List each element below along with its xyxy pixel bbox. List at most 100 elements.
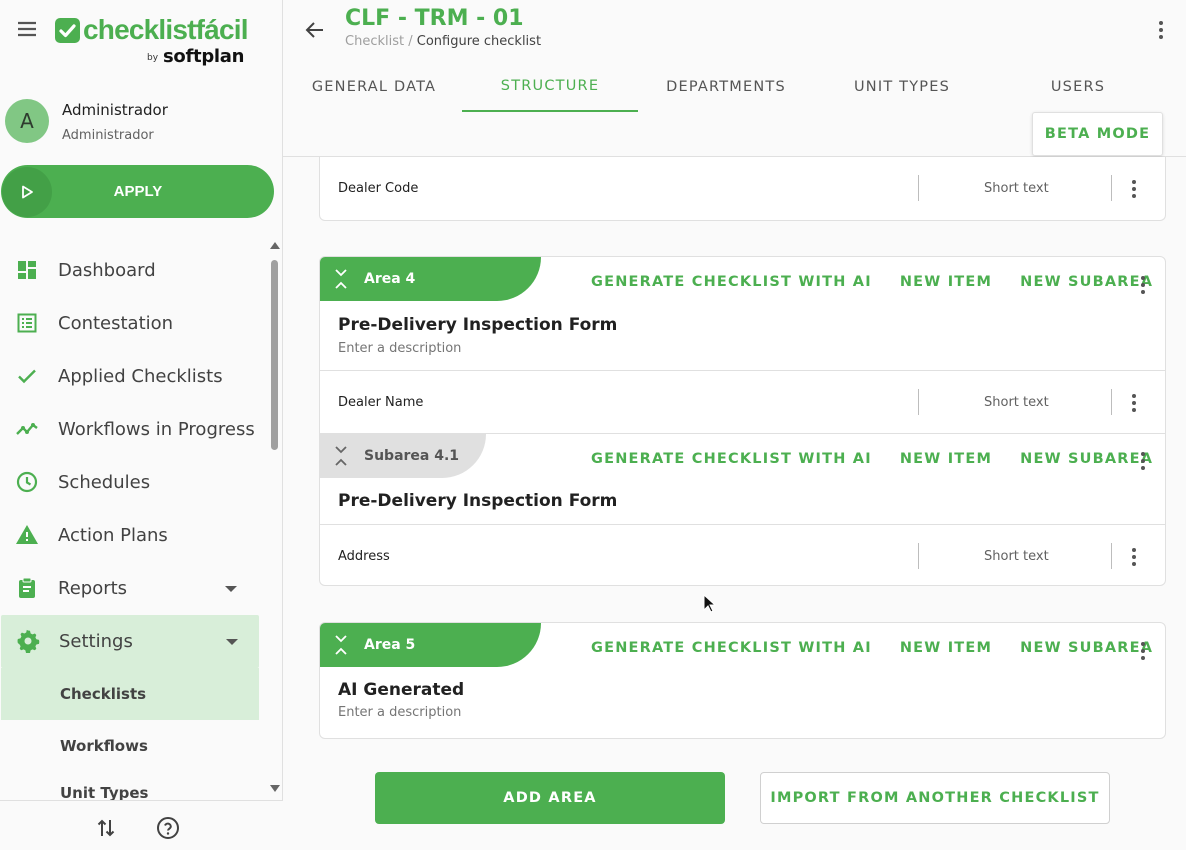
area-card-5: Area 5 GENERATE CHECKLIST WITH AI NEW IT…: [319, 622, 1166, 739]
area-card-4: Area 4 GENERATE CHECKLIST WITH AI NEW IT…: [319, 256, 1166, 586]
beta-mode-button[interactable]: BETA MODE: [1032, 112, 1163, 156]
sidebar-item-schedules[interactable]: Schedules: [0, 456, 270, 509]
sidebar-scrollbar[interactable]: [270, 240, 280, 795]
collapse-icon[interactable]: [334, 268, 348, 290]
scroll-thumb[interactable]: [271, 260, 278, 450]
area-title[interactable]: Pre-Delivery Inspection Form: [338, 315, 617, 335]
breadcrumb-separator: /: [404, 34, 417, 49]
dashboard-icon: [15, 258, 39, 282]
subarea-label: Subarea 4.1: [364, 448, 460, 464]
more-vert-icon[interactable]: [1131, 273, 1155, 297]
area-description[interactable]: Enter a description: [338, 341, 461, 356]
area-description[interactable]: Enter a description: [338, 705, 461, 720]
sidebar-subitem-workflows[interactable]: Workflows: [0, 720, 270, 772]
sidebar-item-settings[interactable]: Settings: [1, 615, 259, 668]
logo-by: by: [147, 53, 159, 63]
add-area-button[interactable]: ADD AREA: [375, 772, 725, 824]
collapse-icon[interactable]: [334, 634, 348, 656]
subarea-title[interactable]: Pre-Delivery Inspection Form: [338, 491, 617, 511]
breadcrumb-parent[interactable]: Checklist: [345, 34, 404, 49]
help-icon[interactable]: [156, 816, 180, 840]
divider: [918, 175, 919, 201]
sidebar-item-dashboard[interactable]: Dashboard: [0, 244, 270, 297]
sidebar-item-label: Contestation: [58, 313, 174, 334]
breadcrumb-current: Configure checklist: [416, 34, 542, 49]
chevron-down-icon: [226, 639, 238, 645]
generate-with-ai-button[interactable]: GENERATE CHECKLIST WITH AI: [591, 451, 872, 467]
item-name: Dealer Code: [338, 181, 419, 196]
import-checklist-button[interactable]: IMPORT FROM ANOTHER CHECKLIST: [760, 772, 1110, 824]
divider: [1111, 543, 1112, 569]
sidebar-item-reports[interactable]: Reports: [0, 562, 270, 615]
avatar[interactable]: A: [5, 99, 49, 143]
more-vert-icon[interactable]: [1122, 391, 1146, 415]
page-title: CLF - TRM - 01: [345, 6, 524, 31]
divider: [918, 389, 919, 415]
logo: checklistfácil by softplan: [55, 14, 255, 68]
back-arrow-icon[interactable]: [303, 18, 327, 42]
divider: [918, 543, 919, 569]
tab-structure[interactable]: STRUCTURE: [462, 62, 638, 112]
mouse-cursor-icon: [703, 594, 717, 614]
sidebar-item-label: Settings: [59, 631, 133, 652]
item-row[interactable]: Dealer Name Short text: [320, 371, 1165, 433]
area-actions: GENERATE CHECKLIST WITH AI NEW ITEM NEW …: [591, 274, 1165, 290]
sidebar-item-label: Action Plans: [58, 525, 168, 546]
warning-icon: [15, 523, 39, 547]
tab-unit-types[interactable]: UNIT TYPES: [814, 62, 990, 112]
collapse-icon[interactable]: [334, 445, 348, 467]
scroll-down-arrow-icon[interactable]: [270, 785, 280, 792]
tab-departments[interactable]: DEPARTMENTS: [638, 62, 814, 112]
new-item-button[interactable]: NEW ITEM: [900, 451, 992, 467]
sidebar-item-action-plans[interactable]: Action Plans: [0, 509, 270, 562]
apply-label: APPLY: [113, 183, 163, 200]
area-label: Area 4: [364, 271, 416, 287]
scroll-up-arrow-icon[interactable]: [270, 242, 280, 249]
more-vert-icon[interactable]: [1131, 449, 1155, 473]
divider: [1111, 175, 1112, 201]
tab-users[interactable]: USERS: [990, 62, 1166, 112]
more-vert-icon[interactable]: [1122, 545, 1146, 569]
more-vert-icon[interactable]: [1131, 639, 1155, 663]
sidebar-subitem-unit-types[interactable]: Unit Types: [0, 772, 270, 802]
area-tab: Area 5: [320, 623, 541, 667]
new-item-button[interactable]: NEW ITEM: [900, 274, 992, 290]
new-item-button[interactable]: NEW ITEM: [900, 640, 992, 656]
sidebar-nav: Dashboard Contestation Applied Checklist…: [0, 244, 270, 802]
tab-general-data[interactable]: GENERAL DATA: [286, 62, 462, 112]
generate-with-ai-button[interactable]: GENERATE CHECKLIST WITH AI: [591, 274, 872, 290]
item-row[interactable]: Dealer Code Short text: [320, 157, 1165, 219]
sidebar-item-applied-checklists[interactable]: Applied Checklists: [0, 350, 270, 403]
sidebar-subitem-checklists[interactable]: Checklists: [1, 668, 259, 720]
sidebar-item-label: Reports: [58, 578, 128, 599]
item-type[interactable]: Short text: [984, 549, 1049, 564]
sidebar-item-contestation[interactable]: Contestation: [0, 297, 270, 350]
user-role: Administrador: [62, 128, 154, 143]
apply-button[interactable]: APPLY: [1, 165, 274, 218]
sidebar-item-label: Schedules: [58, 472, 151, 493]
item-type[interactable]: Short text: [984, 181, 1049, 196]
clock-icon: [15, 470, 39, 494]
more-vert-icon[interactable]: [1122, 177, 1146, 201]
area-actions: GENERATE CHECKLIST WITH AI NEW ITEM NEW …: [591, 640, 1165, 656]
swap-vertical-icon[interactable]: [96, 817, 116, 839]
area-label: Area 5: [364, 637, 416, 653]
breadcrumb: Checklist / Configure checklist: [345, 34, 541, 49]
sidebar-item-label: Workflows in Progress: [58, 419, 255, 440]
check-icon: [15, 364, 39, 388]
more-vert-icon[interactable]: [1149, 18, 1173, 42]
area-title[interactable]: AI Generated: [338, 680, 464, 700]
menu-icon[interactable]: [15, 17, 39, 41]
item-type[interactable]: Short text: [984, 395, 1049, 410]
logo-check-icon: [55, 18, 80, 43]
item-row[interactable]: Address Short text: [320, 525, 1165, 585]
page-header: CLF - TRM - 01 Checklist / Configure che…: [283, 0, 1186, 157]
area-tab: Area 4: [320, 257, 541, 301]
sidebar-footer: [0, 800, 283, 850]
generate-with-ai-button[interactable]: GENERATE CHECKLIST WITH AI: [591, 640, 872, 656]
gear-icon: [16, 629, 40, 653]
tabs: GENERAL DATA STRUCTURE DEPARTMENTS UNIT …: [286, 62, 1166, 112]
sidebar-item-workflows-in-progress[interactable]: Workflows in Progress: [0, 403, 270, 456]
item-name: Dealer Name: [338, 395, 424, 410]
divider: [1111, 389, 1112, 415]
